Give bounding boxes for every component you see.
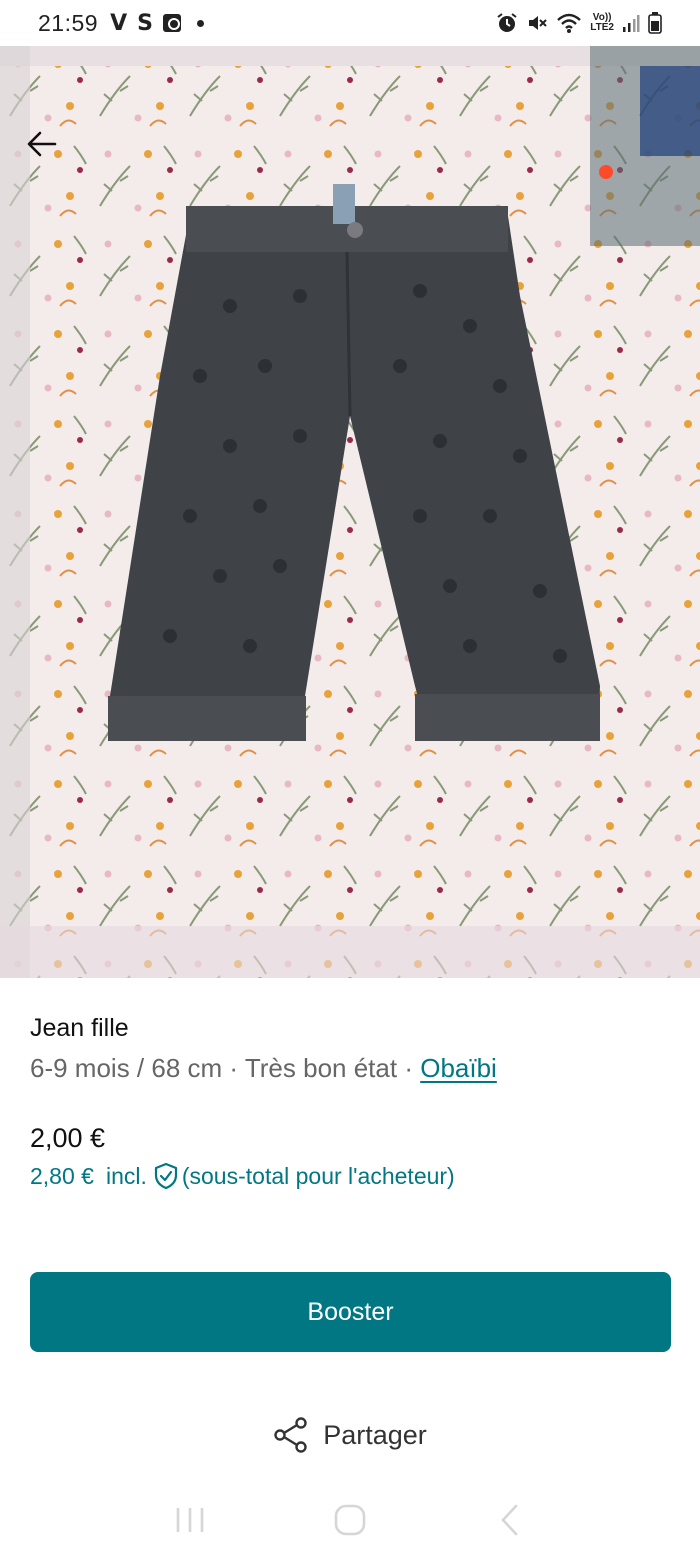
app-v-icon: V [110,10,128,36]
system-nav-bar [0,1480,700,1560]
status-left-icons: V S [110,11,204,36]
app-s-icon: S [137,10,153,36]
share-button[interactable]: Partager [0,1405,700,1465]
buyer-price-incl-label: incl. [105,1163,147,1189]
home-button[interactable] [330,1500,370,1540]
lte-label: LTE2 [590,22,614,33]
status-right-icons: Vo)) LTE2 [496,12,662,34]
item-brand-link[interactable]: Obaïbi [420,1053,497,1083]
recent-apps-icon [176,1508,204,1532]
more-notifications-dot-icon [196,19,204,27]
product-image [0,46,700,978]
booster-button[interactable]: Booster [30,1272,671,1352]
meta-separator: · [404,1053,413,1083]
buyer-price-amount: 2,80 € [30,1163,94,1189]
item-title: Jean fille [30,1014,129,1042]
signal-icon [623,15,640,32]
status-bar: 21:59 V S Vo)) LTE2 [0,0,700,46]
chevron-left-icon [501,1504,518,1536]
buyer-price-info[interactable]: 2,80 € incl. (sous-total pour l'acheteur… [30,1158,455,1194]
share-label: Partager [323,1419,427,1450]
home-icon [334,1504,366,1536]
mute-icon [529,16,547,30]
meta-separator: · [229,1053,239,1083]
item-price: 2,00 € [30,1123,106,1153]
system-back-button[interactable] [490,1500,530,1540]
notification-badge-icon [162,14,181,32]
shield-check-icon [153,1162,179,1190]
buyer-price-note: (sous-total pour l'acheteur) [181,1163,455,1189]
wifi-icon [557,13,582,33]
status-time: 21:59 [38,9,99,36]
back-button[interactable] [18,120,66,168]
item-size: 6-9 mois / 68 cm [30,1053,223,1083]
item-condition: Très bon état [244,1053,398,1083]
product-photo[interactable] [0,46,700,978]
recent-apps-button[interactable] [170,1500,210,1540]
alarm-icon [497,13,517,32]
arrow-left-icon [27,131,57,157]
item-details: Jean fille 6-9 mois / 68 cm · Très bon é… [30,1010,670,1088]
lte-indicator: Vo)) LTE2 [590,13,614,33]
share-icon [274,1417,307,1453]
battery-icon [648,12,662,34]
item-meta: 6-9 mois / 68 cm · Très bon état · Obaïb… [30,1048,670,1088]
